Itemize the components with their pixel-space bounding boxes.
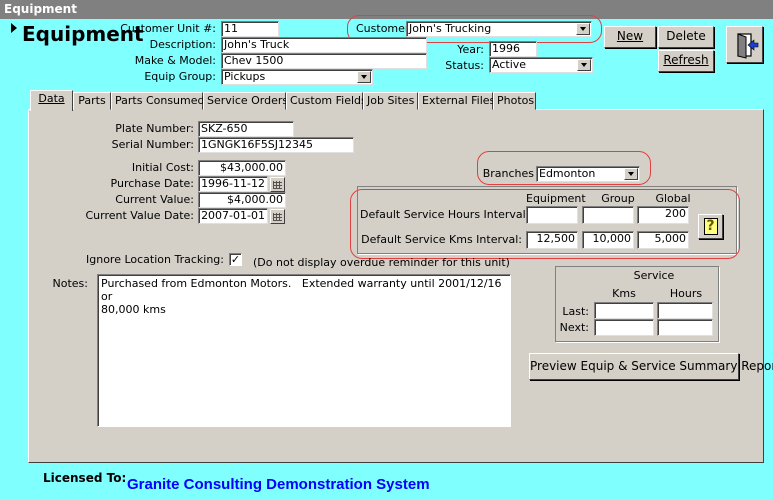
- check-icon: ✓: [230, 253, 241, 266]
- service-last-kms-field[interactable]: [594, 302, 654, 319]
- hours-interval-equipment-field[interactable]: [526, 206, 578, 224]
- ignore-tracking-checkbox[interactable]: ✓: [229, 253, 242, 266]
- tab-job-sites[interactable]: Job Sites: [363, 92, 418, 110]
- serial-number-field[interactable]: 1GNGK16F5SJ12345: [198, 137, 354, 153]
- tab-custom-fields[interactable]: Custom Fields: [286, 92, 367, 110]
- tab-service-orders[interactable]: Service Orders: [203, 92, 288, 110]
- customer-unit-field[interactable]: 11: [221, 21, 279, 37]
- equip-group-value: Pickups: [224, 70, 266, 83]
- calendar-icon: [273, 212, 282, 221]
- tab-external-files[interactable]: External Files: [418, 92, 495, 110]
- service-last-hours-field[interactable]: [657, 302, 713, 319]
- current-value-date-field[interactable]: 2007-01-01: [198, 208, 268, 224]
- purchase-date-field[interactable]: 1996-11-12: [198, 176, 268, 192]
- customer-unit-label: Customer Unit #:: [120, 22, 216, 35]
- year-field[interactable]: 1996: [489, 41, 537, 57]
- plate-number-field[interactable]: SKZ-650: [198, 121, 294, 137]
- service-col-hours: Hours: [669, 287, 703, 300]
- kms-interval-group-field[interactable]: 10,000: [582, 231, 634, 249]
- notes-label: Notes:: [52, 277, 88, 290]
- kms-interval-global-field[interactable]: 5,000: [637, 231, 689, 249]
- window-title: Equipment: [0, 0, 773, 19]
- help-button[interactable]: ?: [698, 214, 723, 239]
- purchase-date-label: Purchase Date:: [110, 177, 194, 190]
- customer-dropdown-button[interactable]: [576, 23, 590, 35]
- initial-cost-field[interactable]: $43,000.00: [198, 160, 286, 176]
- service-next-hours-field[interactable]: [657, 319, 713, 336]
- current-value-field[interactable]: $4,000.00: [198, 192, 286, 208]
- chevron-down-icon: [581, 63, 587, 67]
- ignore-tracking-label: Ignore Location Tracking:: [86, 253, 224, 266]
- current-value-date-calendar-button[interactable]: [270, 209, 285, 224]
- chevron-down-icon: [580, 27, 586, 31]
- calendar-icon: [273, 180, 282, 189]
- hours-interval-global-field[interactable]: 200: [637, 206, 689, 224]
- current-value-date-label: Current Value Date:: [85, 209, 194, 222]
- service-last-label: Last:: [562, 305, 589, 318]
- description-label: Description:: [149, 38, 216, 51]
- delete-button[interactable]: Delete: [658, 26, 714, 48]
- chevron-down-icon: [628, 172, 634, 176]
- current-value-label: Current Value:: [115, 193, 194, 206]
- customer-value: John's Trucking: [409, 22, 492, 35]
- status-combo[interactable]: Active: [489, 57, 593, 73]
- tab-data[interactable]: Data: [30, 90, 73, 111]
- make-model-label: Make & Model:: [134, 54, 216, 67]
- licensed-to-value: Granite Consulting Demonstration System: [127, 476, 430, 493]
- branches-dropdown-button[interactable]: [624, 168, 638, 180]
- help-icon: ?: [703, 218, 718, 235]
- initial-cost-label: Initial Cost:: [131, 161, 194, 174]
- customer-combo[interactable]: John's Trucking: [406, 21, 592, 37]
- exit-door-icon: [736, 33, 758, 59]
- equip-group-combo[interactable]: Pickups: [221, 69, 373, 85]
- purchase-date-calendar-button[interactable]: [270, 177, 285, 192]
- service-col-kms: Kms: [612, 287, 636, 300]
- refresh-button[interactable]: Refresh: [658, 50, 714, 72]
- customer-label: Customer:: [356, 22, 413, 35]
- status-label: Status:: [445, 59, 484, 72]
- interval-col-global: Global: [655, 192, 691, 205]
- hours-interval-group-field[interactable]: [582, 206, 634, 224]
- year-label: Year:: [457, 43, 484, 56]
- branches-label: Branches: [482, 167, 534, 180]
- new-button[interactable]: New: [604, 26, 656, 48]
- exit-button[interactable]: [726, 26, 763, 63]
- equip-group-label: Equip Group:: [144, 70, 216, 83]
- status-dropdown-button[interactable]: [577, 59, 591, 71]
- plate-number-label: Plate Number:: [115, 122, 194, 135]
- serial-number-label: Serial Number:: [111, 138, 194, 151]
- service-next-kms-field[interactable]: [594, 319, 654, 336]
- make-model-field[interactable]: Chev 1500: [221, 53, 427, 69]
- equip-group-dropdown-button[interactable]: [357, 71, 371, 83]
- tab-photos[interactable]: Photos: [493, 92, 536, 110]
- status-value: Active: [492, 58, 527, 71]
- service-title: Service: [633, 269, 675, 282]
- notes-textarea[interactable]: Purchased from Edmonton Motors. Extended…: [97, 274, 511, 427]
- licensed-to-label: Licensed To:: [43, 471, 127, 485]
- tab-parts[interactable]: Parts: [73, 92, 111, 110]
- chevron-down-icon: [361, 75, 367, 79]
- interval-col-equipment: Equipment: [526, 192, 586, 205]
- tab-parts-consumed[interactable]: Parts Consumed: [111, 92, 205, 110]
- preview-report-button[interactable]: Preview Equip & Service Summary Report: [529, 353, 773, 380]
- description-field[interactable]: John's Truck: [221, 37, 427, 53]
- record-selector-icon[interactable]: [11, 23, 17, 33]
- kms-interval-label: Default Service Kms Interval:: [361, 233, 522, 246]
- kms-interval-equipment-field[interactable]: 12,500: [526, 231, 578, 249]
- branches-value: Edmonton: [539, 167, 596, 180]
- branches-combo[interactable]: Edmonton: [536, 166, 640, 182]
- ignore-tracking-note: (Do not display overdue reminder for thi…: [253, 256, 510, 269]
- service-next-label: Next:: [559, 321, 589, 334]
- hours-interval-label: Default Service Hours Interval:: [360, 208, 530, 221]
